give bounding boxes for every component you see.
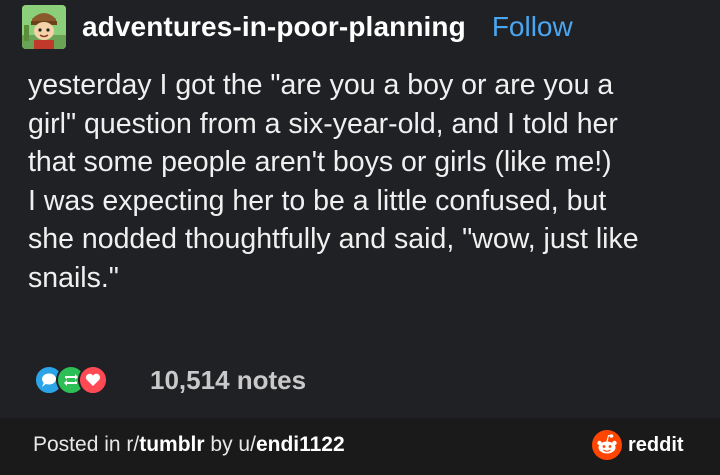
post-body: yesterday I got the "are you a boy or ar… bbox=[28, 66, 708, 298]
post-body-line: yesterday I got the "are you a boy or ar… bbox=[28, 69, 614, 101]
post-body-line: she nodded thoughtfully and said, "wow, … bbox=[28, 223, 639, 256]
posted-by-text: by u/ bbox=[204, 433, 256, 456]
post-body-line: snails." bbox=[28, 261, 119, 294]
cartoon-character-avatar-icon[interactable] bbox=[22, 5, 66, 49]
post-body-line: that some people aren't boys or girls (l… bbox=[28, 146, 612, 179]
reddit-wordmark: reddit bbox=[628, 433, 684, 456]
avatar-illustration bbox=[22, 5, 66, 49]
post-notes[interactable]: 10,514 notes bbox=[34, 358, 306, 402]
heart-icon bbox=[78, 365, 108, 395]
post-header: adventures-in-poor-planning Follow bbox=[22, 4, 573, 50]
post-body-line: I was expecting her to be a little confu… bbox=[28, 184, 607, 217]
reddit-footer: Posted in r/tumblr by u/endi1122 reddit bbox=[0, 418, 720, 475]
notes-count[interactable]: 10,514 notes bbox=[150, 365, 306, 396]
posted-prefix: Posted in r/ bbox=[33, 433, 140, 456]
post-author-username[interactable]: adventures-in-poor-planning bbox=[82, 11, 466, 43]
note-icons-group bbox=[34, 362, 134, 398]
follow-button[interactable]: Follow bbox=[492, 11, 573, 43]
reddit-brand[interactable]: reddit bbox=[592, 430, 684, 460]
tumblr-post: adventures-in-poor-planning Follow yeste… bbox=[0, 0, 720, 418]
reddit-alien-icon bbox=[592, 430, 622, 460]
posted-in-text: Posted in r/tumblr by u/endi1122 bbox=[33, 433, 345, 457]
subreddit-link[interactable]: tumblr bbox=[139, 433, 204, 456]
reddit-user-link[interactable]: endi1122 bbox=[256, 433, 345, 456]
post-body-line: girl" question from a six-year-old, and … bbox=[28, 107, 618, 140]
reddit-alien-glyph bbox=[597, 434, 617, 454]
heart-glyph bbox=[85, 373, 101, 386]
